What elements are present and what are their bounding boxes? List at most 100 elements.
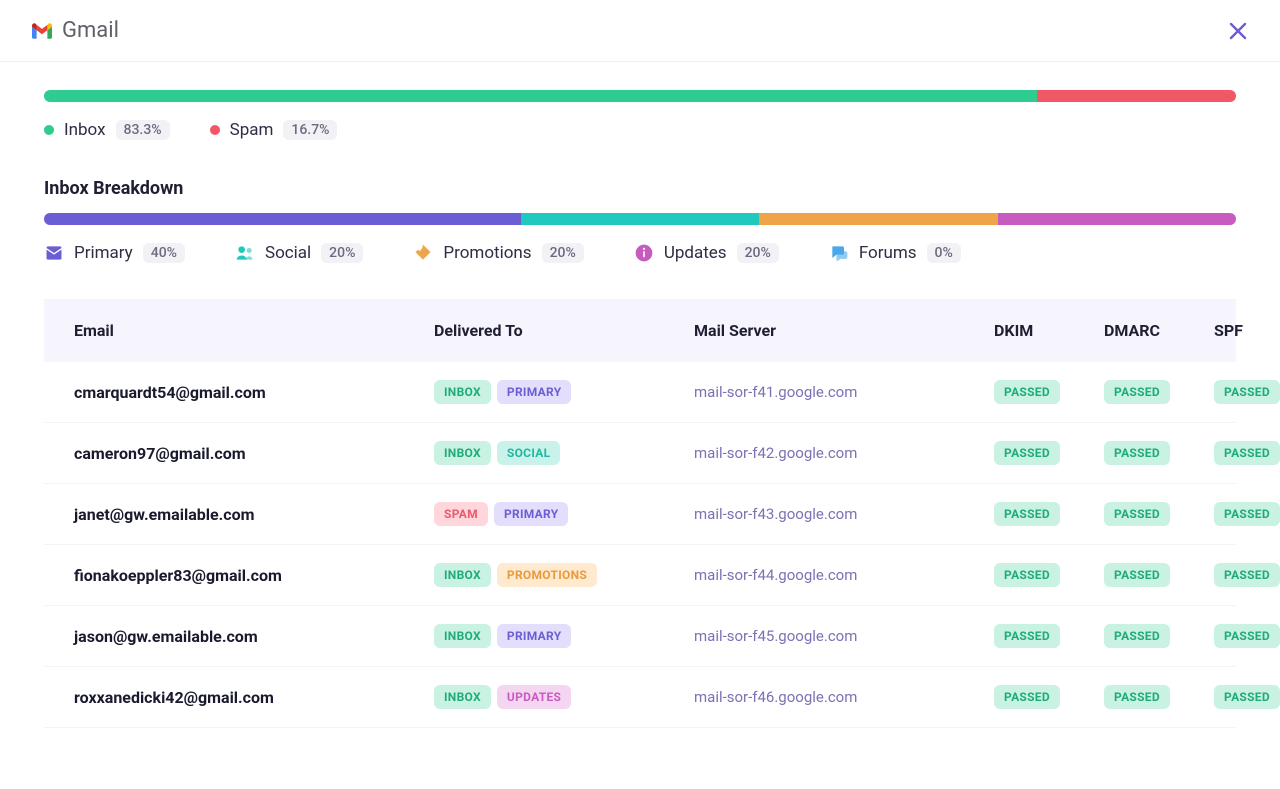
email-cell: roxxanedicki42@gmail.com	[74, 688, 434, 707]
spf-cell: PASSED	[1214, 563, 1280, 587]
gmail-logo-icon	[32, 21, 52, 41]
legend-item: Inbox 83.3%	[44, 120, 170, 140]
legend-label: Social	[265, 243, 311, 263]
status-badge: PASSED	[1104, 502, 1170, 526]
legend-label: Inbox	[64, 120, 106, 140]
delivery-tag: INBOX	[434, 624, 491, 648]
brand-name: Gmail	[62, 18, 119, 43]
legend-pct: 20%	[542, 243, 584, 263]
delivered-cell: INBOXPRIMARY	[434, 624, 694, 648]
close-button[interactable]	[1228, 21, 1248, 41]
delivery-tag: PRIMARY	[497, 624, 572, 648]
server-cell: mail-sor-f44.google.com	[694, 566, 994, 584]
status-badge: PASSED	[1104, 685, 1170, 709]
delivery-tag: INBOX	[434, 563, 491, 587]
status-badge: PASSED	[994, 502, 1060, 526]
delivered-cell: INBOXUPDATES	[434, 685, 694, 709]
table-row[interactable]: cameron97@gmail.comINBOXSOCIALmail-sor-f…	[44, 423, 1236, 484]
table-row[interactable]: jason@gw.emailable.comINBOXPRIMARYmail-s…	[44, 606, 1236, 667]
table-row[interactable]: roxxanedicki42@gmail.comINBOXUPDATESmail…	[44, 667, 1236, 728]
delivery-tag: SPAM	[434, 502, 488, 526]
status-badge: PASSED	[1214, 441, 1280, 465]
column-header: Mail Server	[694, 321, 994, 340]
updates-icon	[634, 243, 654, 263]
delivery-tag: UPDATES	[497, 685, 571, 709]
breakdown-legend-item: Forums 0%	[829, 243, 961, 263]
status-badge: PASSED	[1104, 624, 1170, 648]
status-badge: PASSED	[994, 624, 1060, 648]
status-badge: PASSED	[1214, 563, 1280, 587]
server-cell: mail-sor-f45.google.com	[694, 627, 994, 645]
dkim-cell: PASSED	[994, 624, 1104, 648]
spf-cell: PASSED	[1214, 380, 1280, 404]
spf-cell: PASSED	[1214, 441, 1280, 465]
breakdown-legend: Primary40%Social20%Promotions20%Updates2…	[44, 243, 1236, 263]
breakdown-title: Inbox Breakdown	[44, 178, 1236, 199]
legend-label: Spam	[230, 120, 274, 140]
dmarc-cell: PASSED	[1104, 380, 1214, 404]
column-header: SPF	[1214, 321, 1280, 340]
breakdown-bar	[44, 213, 1236, 225]
bar-segment	[759, 213, 997, 225]
email-cell: fionakoeppler83@gmail.com	[74, 566, 434, 585]
status-badge: PASSED	[994, 685, 1060, 709]
legend-pct: 20%	[737, 243, 779, 263]
spf-cell: PASSED	[1214, 502, 1280, 526]
delivery-tag: PRIMARY	[494, 502, 569, 526]
status-badge: PASSED	[994, 563, 1060, 587]
dkim-cell: PASSED	[994, 441, 1104, 465]
inbox-spam-bar	[44, 90, 1236, 102]
breakdown-legend-item: Updates 20%	[634, 243, 779, 263]
legend-pct: 83.3%	[116, 120, 170, 140]
legend-dot-icon	[44, 125, 54, 135]
status-badge: PASSED	[1214, 624, 1280, 648]
delivery-tag: INBOX	[434, 685, 491, 709]
legend-pct: 0%	[927, 243, 961, 263]
spf-cell: PASSED	[1214, 685, 1280, 709]
content: Inbox 83.3% Spam 16.7% Inbox Breakdown Prim…	[0, 62, 1280, 728]
table-row[interactable]: janet@gw.emailable.comSPAMPRIMARYmail-so…	[44, 484, 1236, 545]
column-header: Delivered To	[434, 321, 694, 340]
delivery-tag: INBOX	[434, 380, 491, 404]
breakdown-legend-item: Promotions20%	[413, 243, 583, 263]
social-icon	[235, 243, 255, 263]
column-header: Email	[74, 321, 434, 340]
delivery-tag: INBOX	[434, 441, 491, 465]
primary-icon	[44, 243, 64, 263]
dmarc-cell: PASSED	[1104, 502, 1214, 526]
delivered-cell: INBOXSOCIAL	[434, 441, 694, 465]
breakdown-legend-item: Primary40%	[44, 243, 185, 263]
delivery-tag: PRIMARY	[497, 380, 572, 404]
dmarc-cell: PASSED	[1104, 624, 1214, 648]
email-cell: janet@gw.emailable.com	[74, 505, 434, 524]
delivered-cell: INBOXPRIMARY	[434, 380, 694, 404]
bar-segment	[521, 213, 759, 225]
email-cell: cameron97@gmail.com	[74, 444, 434, 463]
status-badge: PASSED	[1214, 380, 1280, 404]
status-badge: PASSED	[994, 441, 1060, 465]
bar-segment	[998, 213, 1236, 225]
table-header: EmailDelivered ToMail ServerDKIMDMARCSPF	[44, 299, 1236, 362]
table-row[interactable]: cmarquardt54@gmail.comINBOXPRIMARYmail-s…	[44, 362, 1236, 423]
status-badge: PASSED	[1104, 380, 1170, 404]
legend-label: Forums	[859, 243, 917, 263]
server-cell: mail-sor-f46.google.com	[694, 688, 994, 706]
delivered-cell: INBOXPROMOTIONS	[434, 563, 694, 587]
legend-pct: 20%	[321, 243, 363, 263]
email-cell: jason@gw.emailable.com	[74, 627, 434, 646]
legend-pct: 16.7%	[283, 120, 337, 140]
brand: Gmail	[32, 18, 119, 43]
breakdown-legend-item: Social 20%	[235, 243, 363, 263]
dkim-cell: PASSED	[994, 685, 1104, 709]
bar-segment	[44, 90, 1037, 102]
inbox-spam-legend: Inbox 83.3% Spam 16.7%	[44, 120, 1236, 140]
table-row[interactable]: fionakoeppler83@gmail.comINBOXPROMOTIONS…	[44, 545, 1236, 606]
bar-segment	[44, 213, 521, 225]
column-header: DMARC	[1104, 321, 1214, 340]
dkim-cell: PASSED	[994, 563, 1104, 587]
status-badge: PASSED	[1104, 441, 1170, 465]
legend-label: Updates	[664, 243, 727, 263]
spf-cell: PASSED	[1214, 624, 1280, 648]
dkim-cell: PASSED	[994, 502, 1104, 526]
legend-pct: 40%	[143, 243, 185, 263]
